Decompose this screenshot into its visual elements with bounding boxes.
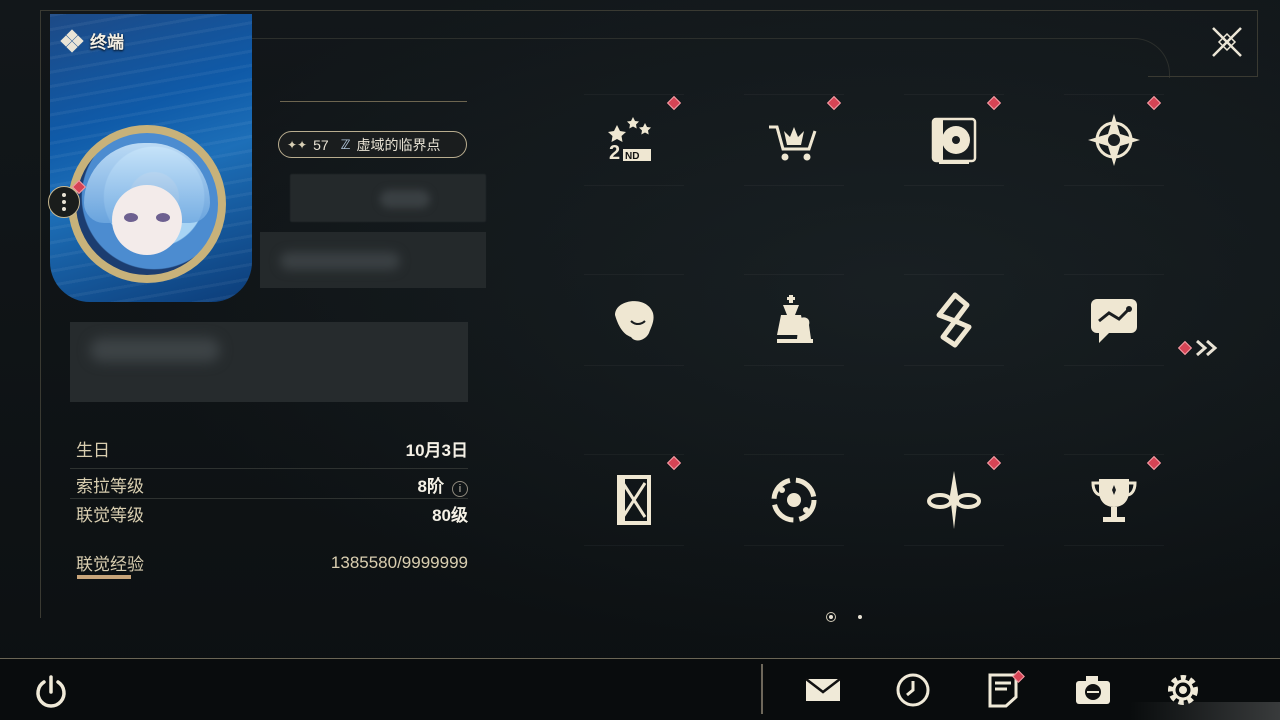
world-title: 虚域的临界点 <box>356 136 441 153</box>
tile-chess[interactable] <box>744 274 844 366</box>
blurred-signature <box>70 322 468 402</box>
function-grid: 2 ND <box>584 94 1168 594</box>
tile-character[interactable] <box>584 274 684 366</box>
tile-emblem[interactable] <box>904 274 1004 366</box>
frame-top-line <box>40 10 1258 11</box>
exp-label: 联觉经验 <box>76 555 144 574</box>
sparkle-icon: ✦✦ <box>287 137 308 152</box>
notes-button[interactable] <box>983 670 1025 708</box>
anniversary-2nd-icon: 2 ND <box>608 117 651 164</box>
mail-icon <box>805 678 841 701</box>
badge-dot <box>666 95 682 111</box>
badge-dot <box>1146 95 1162 111</box>
dot <box>62 207 66 211</box>
frame-left-line <box>40 10 41 618</box>
tile-knot[interactable] <box>904 454 1004 546</box>
world-icon: ℤ <box>340 136 351 152</box>
tile-shop[interactable] <box>744 94 844 186</box>
next-page-button[interactable] <box>1177 338 1220 358</box>
info-icon[interactable]: i <box>452 481 468 497</box>
stat-divider <box>70 468 468 469</box>
tile-anniversary[interactable]: 2 ND <box>584 94 684 186</box>
bottom-separator <box>761 664 763 714</box>
history-button[interactable] <box>893 672 933 708</box>
dot <box>62 200 66 204</box>
shop-cart-icon <box>769 125 817 161</box>
trophy-icon <box>1091 479 1137 522</box>
page-indicator <box>826 612 862 622</box>
birthday-label: 生日 <box>76 441 110 460</box>
badge-dot <box>1146 455 1162 471</box>
avatar-face <box>112 185 182 255</box>
frame-inner-border <box>250 38 1170 78</box>
divider-line <box>280 101 467 102</box>
stat-divider <box>70 498 468 499</box>
card-frame-icon <box>617 475 651 525</box>
camera-button[interactable] <box>1073 672 1113 708</box>
camera-icon <box>1076 676 1110 704</box>
record-player-icon <box>931 117 977 164</box>
level-badge: ✦✦ 57 ℤ 虚域的临界点 <box>278 131 467 158</box>
svg-text:ND: ND <box>625 151 639 162</box>
tile-record[interactable] <box>904 94 1004 186</box>
sola-label: 索拉等级 <box>76 477 144 496</box>
mail-button[interactable] <box>803 672 843 708</box>
double-chevron-right-icon <box>1196 339 1218 357</box>
badge-dot <box>986 95 1002 111</box>
tile-card-frame[interactable] <box>584 454 684 546</box>
stat-sync-exp: 联觉经验 1385580/9999999 <box>76 550 468 575</box>
diamond-cluster-icon <box>60 28 84 53</box>
page-dot-active[interactable] <box>826 612 836 622</box>
frame-right-h-line <box>1148 76 1258 77</box>
exp-value: 1385580/9999999 <box>330 552 468 572</box>
blurred-id <box>260 232 486 288</box>
sync-label: 联觉等级 <box>76 506 144 525</box>
chat-screen-icon <box>1091 299 1137 343</box>
knot-star-icon <box>927 471 981 529</box>
birthday-value: 10月3日 <box>405 441 468 460</box>
tile-trophy[interactable] <box>1064 454 1164 546</box>
avatar[interactable] <box>76 133 218 275</box>
stat-sync-level: 联觉等级 80级 <box>76 501 468 526</box>
card-header: 终端 <box>60 28 124 53</box>
sola-value-wrap: 8阶 i <box>418 472 468 497</box>
close-icon[interactable] <box>1209 24 1245 60</box>
compass-star-icon <box>1088 114 1140 166</box>
chess-pieces-icon <box>777 295 813 343</box>
level-value: 57 <box>313 136 329 153</box>
page-dot[interactable] <box>858 615 862 619</box>
dot <box>62 193 66 197</box>
badge-dot <box>666 455 682 471</box>
orbit-circle-icon <box>771 477 817 523</box>
card-title: 终端 <box>90 33 124 52</box>
svg-text:2: 2 <box>609 142 620 164</box>
tile-orbit[interactable] <box>744 454 844 546</box>
sync-value: 80级 <box>432 506 468 525</box>
avatar-eye-left <box>124 213 138 222</box>
power-icon[interactable] <box>32 673 70 711</box>
clock-icon <box>896 673 930 707</box>
sola-value: 8阶 <box>417 477 444 496</box>
stat-sola-level: 索拉等级 8阶 i <box>76 472 468 497</box>
badge-dot <box>986 455 1002 471</box>
avatar-eye-right <box>156 213 170 222</box>
frame-right-line <box>1257 10 1258 76</box>
tile-chat[interactable] <box>1064 274 1164 366</box>
character-profile-icon <box>615 301 654 341</box>
zigzag-emblem-icon <box>936 292 972 348</box>
badge-dot <box>826 95 842 111</box>
tile-compass[interactable] <box>1064 94 1164 186</box>
stat-birthday: 生日 10月3日 <box>76 436 468 461</box>
blurred-name <box>290 174 486 222</box>
exp-underline <box>77 575 131 579</box>
badge-dot <box>1177 340 1193 356</box>
corner-overlay <box>1130 702 1280 720</box>
